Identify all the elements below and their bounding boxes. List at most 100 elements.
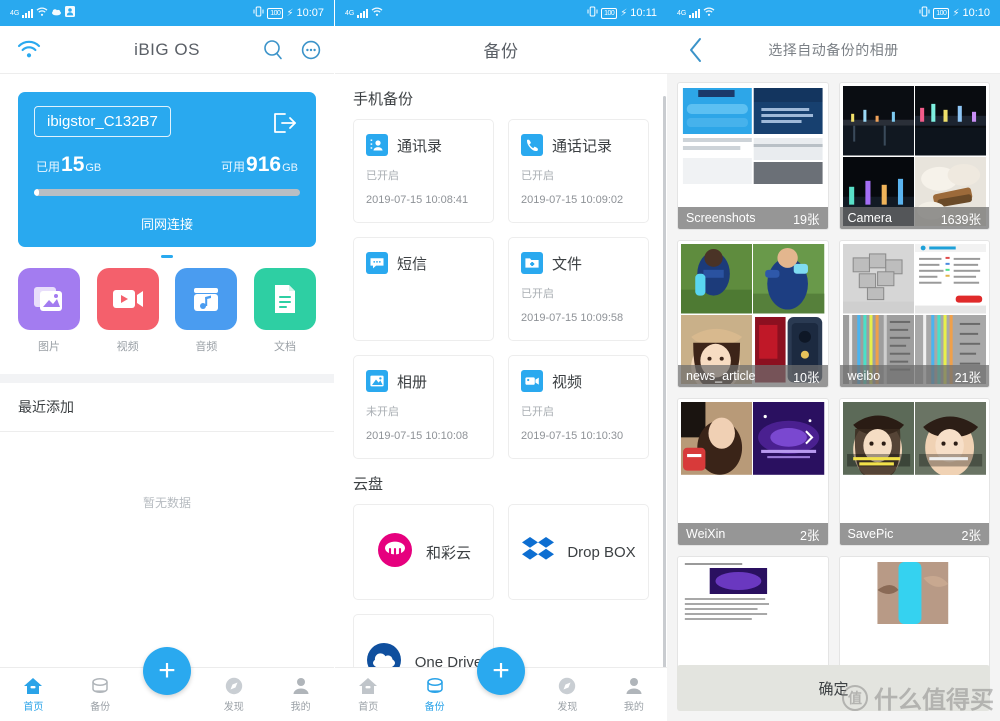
nav-item-mine[interactable]: 我的 — [601, 676, 667, 713]
status-time: 10:11 — [630, 7, 657, 19]
document-tile[interactable] — [253, 268, 316, 330]
album-count: 19张 — [793, 212, 820, 227]
charging-icon: ⚡ — [286, 7, 294, 19]
video-camera-icon — [521, 370, 543, 392]
status-bar-right: 100 ⚡ 10:11 — [587, 6, 657, 20]
card-state: 已开启 — [521, 170, 554, 182]
nav-item-backup[interactable]: 备份 — [401, 676, 467, 713]
album-item-camera[interactable]: Camera 1639张 — [838, 82, 990, 230]
nav-item-home[interactable]: 首页 — [335, 676, 401, 713]
storage-card[interactable]: ibigstor_C132B7 已用15GB 可用916GB 同网连接 — [18, 92, 316, 247]
vertical-scrollbar[interactable] — [663, 96, 666, 696]
charging-icon: ⚡ — [952, 7, 960, 19]
backup-card-contacts[interactable]: 通讯录 已开启 2019-07-15 10:08:41 — [353, 119, 494, 223]
album-name: news_article — [686, 369, 756, 383]
backup-card-sms[interactable]: 短信 — [353, 237, 494, 341]
nav-label: 备份 — [90, 702, 111, 713]
logout-icon — [274, 113, 296, 133]
add-button[interactable]: + — [477, 647, 525, 695]
album-caption: Camera 1639张 — [839, 207, 989, 229]
cloud-status-icon — [51, 7, 62, 19]
status-bar-left: 4G — [345, 7, 383, 20]
album-item-savepic[interactable]: SavePic 2张 — [838, 398, 990, 546]
battery-level-badge: 100 — [267, 7, 284, 19]
card-header: 短信 — [366, 252, 481, 274]
album-item-weixin[interactable]: WeiXin 2张 — [677, 398, 829, 546]
nav-item-backup[interactable]: 备份 — [67, 676, 134, 713]
vibrate-icon — [253, 6, 264, 20]
back-button[interactable] — [667, 37, 725, 63]
album-thumbnail — [842, 402, 986, 542]
album-name: WeiXin — [686, 527, 726, 541]
album-item-weibo[interactable]: weibo 21张 — [838, 240, 990, 388]
audio-icon — [194, 288, 219, 311]
cloud-card-hecaiyun[interactable]: 和彩云 — [353, 504, 494, 600]
network-type-label: 4G — [677, 9, 687, 17]
album-grid: Screenshots 19张 Camera 1639张 news_articl… — [677, 82, 990, 704]
wifi-status-icon — [36, 7, 48, 20]
connection-status: 同网连接 — [140, 217, 193, 232]
card-title: 相册 — [397, 373, 428, 391]
wifi-status-icon — [371, 7, 383, 20]
nav-label: 发现 — [223, 702, 244, 713]
charging-icon: ⚡ — [620, 7, 628, 19]
search-button[interactable] — [260, 37, 286, 63]
sms-icon — [366, 252, 388, 274]
quick-item-label: 图片 — [38, 341, 60, 353]
wifi-status-icon — [703, 7, 715, 20]
quick-item-video[interactable]: 视频 — [96, 268, 159, 354]
cloud-label: Drop BOX — [567, 543, 636, 561]
photos-tile[interactable] — [18, 268, 80, 330]
add-button[interactable]: + — [143, 647, 191, 695]
wifi-icon — [17, 40, 41, 57]
audio-tile[interactable] — [175, 268, 238, 330]
nav-label: 我的 — [290, 702, 311, 713]
storage-progress-track — [34, 189, 300, 196]
status-bar: 4G 100 ⚡ 10:07 — [0, 0, 334, 26]
album-caption: weibo 21张 — [839, 365, 989, 387]
album-thumbnail — [681, 86, 825, 226]
nav-item-discover[interactable]: 发现 — [200, 676, 267, 713]
app-bar-album-picker: 选择自动备份的相册 — [667, 26, 1000, 74]
status-bar-right: 100 ⚡ 10:07 — [253, 6, 324, 20]
more-button[interactable] — [298, 37, 324, 63]
card-title: 短信 — [397, 255, 428, 273]
nav-item-mine[interactable]: 我的 — [267, 676, 334, 713]
home-icon — [335, 676, 401, 696]
nav-label: 首页 — [23, 702, 44, 713]
nav-item-home[interactable]: 首页 — [0, 676, 67, 713]
person-icon — [601, 676, 667, 696]
nav-item-discover[interactable]: 发现 — [534, 676, 600, 713]
card-state: 已开启 — [521, 406, 554, 418]
network-type-label: 4G — [345, 9, 355, 17]
more-circle-icon — [301, 40, 321, 59]
card-time: 2019-07-15 10:09:58 — [521, 312, 624, 324]
backup-card-call-log[interactable]: 通话记录 已开启 2019-07-15 10:09:02 — [508, 119, 649, 223]
three-phone-screenshots: 4G 100 ⚡ 10:07 iBIG OS ibigstor_C132B7 已… — [0, 0, 1000, 721]
video-tile[interactable] — [96, 268, 159, 330]
thumb-mosaic — [842, 86, 986, 226]
backup-card-file[interactable]: 文件 已开启 2019-07-15 10:09:58 — [508, 237, 649, 341]
backup-card-video[interactable]: 视频 已开启 2019-07-15 10:10:30 — [508, 355, 649, 459]
quick-item-document[interactable]: 文档 — [253, 268, 316, 354]
quick-item-audio[interactable]: 音频 — [175, 268, 238, 354]
backup-card-grid: 通讯录 已开启 2019-07-15 10:08:41 通话记录 已开启 201… — [353, 119, 649, 459]
album-picker-content: Screenshots 19张 Camera 1639张 news_articl… — [667, 74, 1000, 721]
quick-access-grid: 图片 视频 音频 文档 — [0, 258, 334, 354]
card-header: 相册 — [366, 370, 481, 392]
quick-item-photos[interactable]: 图片 — [18, 268, 80, 354]
back-chevron-icon — [690, 37, 701, 62]
album-item-screenshots[interactable]: Screenshots 19张 — [677, 82, 829, 230]
backup-card-album[interactable]: 相册 未开启 2019-07-15 10:10:08 — [353, 355, 494, 459]
cloud-card-dropbox[interactable]: Drop BOX — [508, 504, 649, 600]
status-bar-right: 100 ⚡ 10:10 — [919, 6, 990, 20]
wifi-button[interactable] — [0, 40, 58, 60]
storage-progress-fill — [34, 189, 40, 196]
logout-button[interactable] — [272, 112, 298, 139]
status-time: 10:10 — [962, 7, 990, 19]
confirm-button[interactable]: 确定 — [677, 665, 990, 711]
free-capacity: 可用916GB — [221, 153, 298, 177]
device-name-chip[interactable]: ibigstor_C132B7 — [34, 106, 171, 137]
album-item-news-article[interactable]: news_article 10张 — [677, 240, 829, 388]
album-thumbnail — [681, 402, 825, 542]
